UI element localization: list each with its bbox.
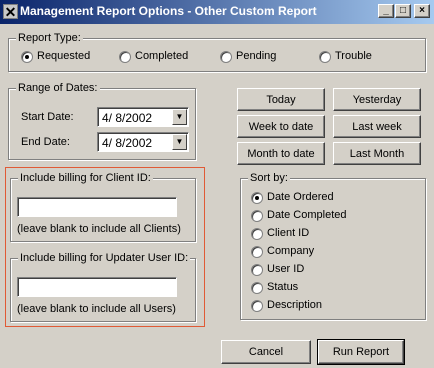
run-report-button[interactable]: Run Report [317,339,405,365]
title-bar[interactable]: ✕ Management Report Options - Other Cust… [0,0,434,24]
client-id-input[interactable] [18,198,176,216]
updater-billing-legend: Include billing for Updater User ID: [18,252,191,264]
sort-company-radio[interactable] [251,246,263,258]
report-type-requested-label[interactable]: Requested [37,50,90,62]
maximize-button[interactable]: □ [395,4,411,18]
sort-date-completed-radio[interactable] [251,210,263,222]
date-range-legend: Range of Dates: [16,82,100,94]
updater-billing-hint: (leave blank to include all Users) [17,303,176,315]
month-to-date-button[interactable]: Month to date [237,142,325,165]
updater-user-id-field[interactable] [17,277,177,297]
sort-by-legend: Sort by: [248,172,290,184]
updater-billing-group: Include billing for Updater User ID: (le… [10,252,196,322]
report-type-legend: Report Type: [16,32,83,44]
updater-user-id-input[interactable] [18,278,176,296]
report-type-pending-radio[interactable] [220,51,232,63]
x-app-icon[interactable]: ✕ [3,4,18,20]
start-date-picker[interactable]: 4/ 8/2002 ▼ [97,107,189,127]
client-billing-legend: Include billing for Client ID: [18,172,153,184]
sort-company-label[interactable]: Company [267,245,314,257]
end-date-value: 4/ 8/2002 [102,136,153,150]
cancel-button[interactable]: Cancel [221,340,311,364]
report-type-completed-label[interactable]: Completed [135,50,188,62]
sort-user-id-radio[interactable] [251,264,263,276]
client-id-field[interactable] [17,197,177,217]
chevron-down-icon[interactable]: ▼ [172,134,187,150]
report-type-group: Report Type: Requested Completed Pending… [8,32,426,72]
last-month-button[interactable]: Last Month [333,142,421,165]
report-type-trouble-radio[interactable] [319,51,331,63]
sort-client-id-radio[interactable] [251,228,263,240]
sort-status-label[interactable]: Status [267,281,298,293]
report-type-trouble-label[interactable]: Trouble [335,50,372,62]
sort-description-radio[interactable] [251,300,263,312]
sort-date-ordered-label[interactable]: Date Ordered [267,191,334,203]
report-type-completed-radio[interactable] [119,51,131,63]
sort-status-radio[interactable] [251,282,263,294]
sort-client-id-label[interactable]: Client ID [267,227,309,239]
sort-user-id-label[interactable]: User ID [267,263,304,275]
start-date-value: 4/ 8/2002 [102,111,153,125]
sort-description-label[interactable]: Description [267,299,322,311]
report-type-pending-label[interactable]: Pending [236,50,276,62]
today-button[interactable]: Today [237,88,325,111]
sort-by-group: Sort by: Date Ordered Date Completed Cli… [240,172,426,320]
last-week-button[interactable]: Last week [333,115,421,138]
sort-date-completed-label[interactable]: Date Completed [267,209,347,221]
minimize-button[interactable]: _ [378,4,394,18]
close-button[interactable]: × [414,4,430,18]
end-date-label: End Date: [21,136,70,148]
start-date-label: Start Date: [21,111,74,123]
report-type-requested-radio[interactable] [21,51,33,63]
window-title: Management Report Options - Other Custom… [20,4,317,18]
chevron-down-icon[interactable]: ▼ [172,109,187,125]
sort-date-ordered-radio[interactable] [251,192,263,204]
client-billing-group: Include billing for Client ID: (leave bl… [10,172,196,242]
date-range-group: Range of Dates: Start Date: 4/ 8/2002 ▼ … [8,82,196,160]
client-billing-hint: (leave blank to include all Clients) [17,223,181,235]
week-to-date-button[interactable]: Week to date [237,115,325,138]
end-date-picker[interactable]: 4/ 8/2002 ▼ [97,132,189,152]
yesterday-button[interactable]: Yesterday [333,88,421,111]
